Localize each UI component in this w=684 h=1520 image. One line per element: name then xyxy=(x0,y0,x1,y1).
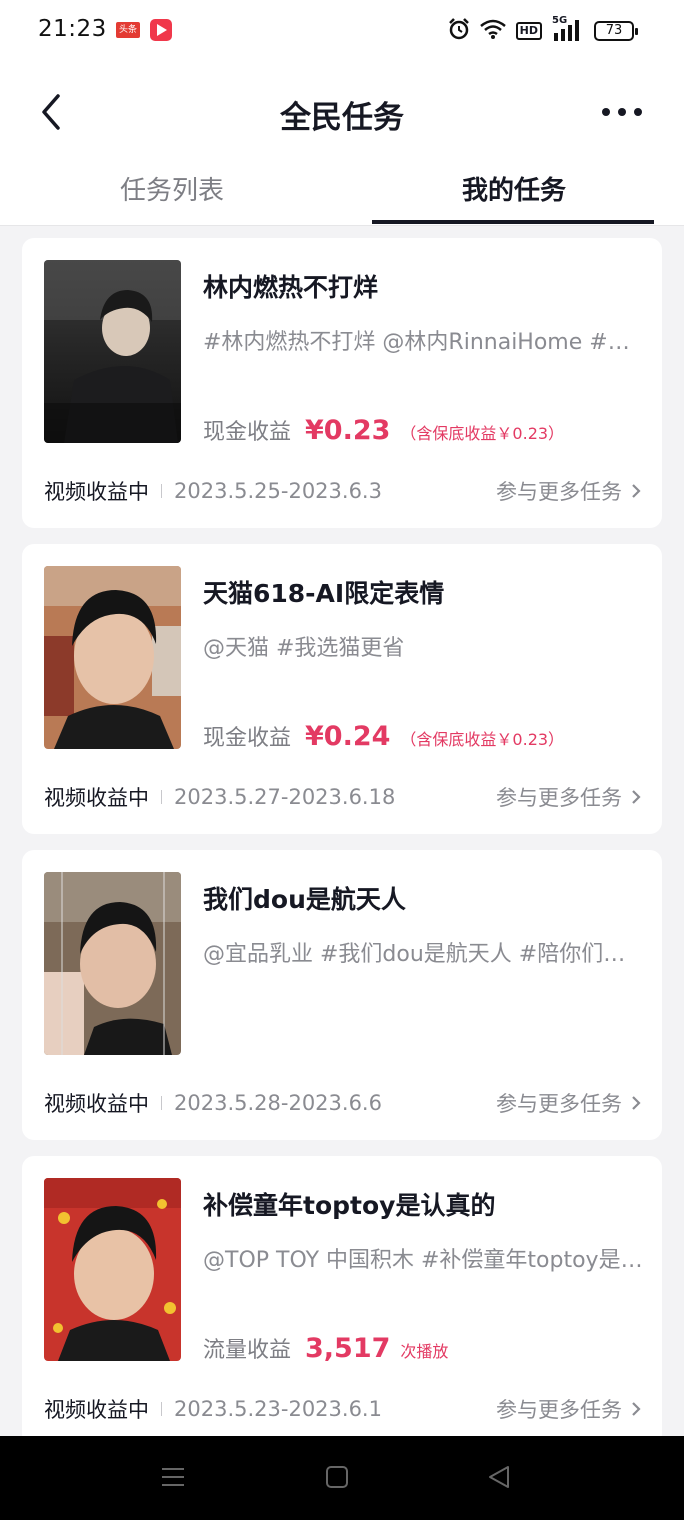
task-list: 林内燃热不打烊 #林内燃热不打烊 @林内RinnaiHome #林内燃热不打烊 … xyxy=(22,238,662,1462)
task-date-range: 2023.5.27-2023.6.18 xyxy=(174,785,396,809)
task-card[interactable]: 林内燃热不打烊 #林内燃热不打烊 @林内RinnaiHome #林内燃热不打烊 … xyxy=(22,238,662,528)
signal-label: 5G xyxy=(552,15,568,26)
toutiao-app-icon: 头条 xyxy=(116,22,140,38)
earnings-value: ¥0.23 xyxy=(305,415,391,446)
earnings-note: （含保底收益￥0.23） xyxy=(400,730,565,749)
home-icon[interactable] xyxy=(324,1464,350,1494)
task-status: 视频收益中 xyxy=(44,1398,149,1422)
signal-icon: 5G xyxy=(552,15,584,43)
task-title: 我们dou是航天人 xyxy=(203,885,406,914)
task-status: 视频收益中 xyxy=(44,480,149,504)
task-card[interactable]: 补偿童年toptoy是认真的 @TOP TOY 中国积木 #补偿童年toptoy… xyxy=(22,1156,662,1446)
chevron-right-icon xyxy=(632,1096,641,1110)
task-description: @宜品乳业 #我们dou是航天人 #陪你们一起 xyxy=(203,942,643,967)
chevron-right-icon xyxy=(632,484,641,498)
task-title: 林内燃热不打烊 xyxy=(203,273,379,302)
status-time: 21:23 xyxy=(38,16,107,42)
back-icon[interactable] xyxy=(486,1464,512,1494)
task-status: 视频收益中 xyxy=(44,1092,149,1116)
join-more-tasks-link[interactable]: 参与更多任务 xyxy=(496,1088,642,1118)
task-description: @TOP TOY 中国积木 #补偿童年toptoy是认真的 xyxy=(203,1248,643,1273)
task-thumbnail[interactable] xyxy=(44,872,181,1055)
wifi-icon xyxy=(479,19,506,43)
join-more-tasks-link[interactable]: 参与更多任务 xyxy=(496,782,642,812)
divider xyxy=(161,484,162,498)
status-bar: 21:23 头条 HD 5G 73 xyxy=(0,0,684,62)
earnings-label: 流量收益 xyxy=(203,1338,292,1363)
page-title: 全民任务 xyxy=(280,100,404,136)
divider xyxy=(161,790,162,804)
earnings-value: 3,517 xyxy=(305,1333,391,1364)
task-status: 视频收益中 xyxy=(44,786,149,810)
dot-icon xyxy=(618,108,626,116)
task-footer: 视频收益中 2023.5.23-2023.6.1 参与更多任务 xyxy=(44,1394,642,1424)
task-footer: 视频收益中 2023.5.27-2023.6.18 参与更多任务 xyxy=(44,782,642,812)
tab-my-tasks[interactable]: 我的任务 xyxy=(372,170,656,207)
chevron-right-icon xyxy=(632,1402,641,1416)
earnings-note: 次播放 xyxy=(400,1342,449,1361)
dot-icon xyxy=(634,108,642,116)
task-card[interactable]: 我们dou是航天人 @宜品乳业 #我们dou是航天人 #陪你们一起 视频收益中 … xyxy=(22,850,662,1140)
task-date-range: 2023.5.28-2023.6.6 xyxy=(174,1091,382,1115)
task-description: @天猫 #我选猫更省 xyxy=(203,636,405,661)
task-thumbnail[interactable] xyxy=(44,566,181,749)
divider xyxy=(161,1096,162,1110)
earnings: 现金收益 ¥0.24 （含保底收益￥0.23） xyxy=(203,720,564,752)
hd-badge: HD xyxy=(515,22,542,40)
earnings: 流量收益 3,517 次播放 xyxy=(203,1332,448,1364)
alarm-icon xyxy=(448,18,470,44)
active-tab-indicator xyxy=(372,220,654,224)
earnings-label: 现金收益 xyxy=(203,420,292,445)
task-thumbnail[interactable] xyxy=(44,1178,181,1361)
earnings: 现金收益 ¥0.23 （含保底收益￥0.23） xyxy=(203,414,564,446)
tab-task-list[interactable]: 任务列表 xyxy=(30,170,314,207)
system-nav-bar xyxy=(0,1436,684,1520)
task-title: 补偿童年toptoy是认真的 xyxy=(203,1191,496,1220)
more-options-button[interactable] xyxy=(602,102,642,122)
menu-icon[interactable] xyxy=(160,1464,186,1494)
tab-bar: 任务列表 我的任务 xyxy=(0,162,684,226)
battery-indicator: 73 xyxy=(594,21,638,41)
earnings-label: 现金收益 xyxy=(203,726,292,751)
join-more-tasks-label: 参与更多任务 xyxy=(496,1092,622,1116)
task-title: 天猫618-AI限定表情 xyxy=(203,579,445,608)
nav-bar: 全民任务 xyxy=(0,62,684,162)
chevron-right-icon xyxy=(632,790,641,804)
task-date-range: 2023.5.25-2023.6.3 xyxy=(174,479,382,503)
task-card[interactable]: 天猫618-AI限定表情 @天猫 #我选猫更省 现金收益 ¥0.24 （含保底收… xyxy=(22,544,662,834)
task-description: #林内燃热不打烊 @林内RinnaiHome #林内燃热不打烊 xyxy=(203,330,643,355)
join-more-tasks-label: 参与更多任务 xyxy=(496,1398,622,1422)
earnings-value: ¥0.24 xyxy=(305,721,391,752)
video-app-icon xyxy=(150,19,172,41)
join-more-tasks-label: 参与更多任务 xyxy=(496,480,622,504)
join-more-tasks-link[interactable]: 参与更多任务 xyxy=(496,1394,642,1424)
task-date-range: 2023.5.23-2023.6.1 xyxy=(174,1397,382,1421)
task-thumbnail[interactable] xyxy=(44,260,181,443)
join-more-tasks-link[interactable]: 参与更多任务 xyxy=(496,476,642,506)
task-footer: 视频收益中 2023.5.25-2023.6.3 参与更多任务 xyxy=(44,476,642,506)
earnings-note: （含保底收益￥0.23） xyxy=(400,424,565,443)
dot-icon xyxy=(602,108,610,116)
divider xyxy=(161,1402,162,1416)
task-footer: 视频收益中 2023.5.28-2023.6.6 参与更多任务 xyxy=(44,1088,642,1118)
join-more-tasks-label: 参与更多任务 xyxy=(496,786,622,810)
